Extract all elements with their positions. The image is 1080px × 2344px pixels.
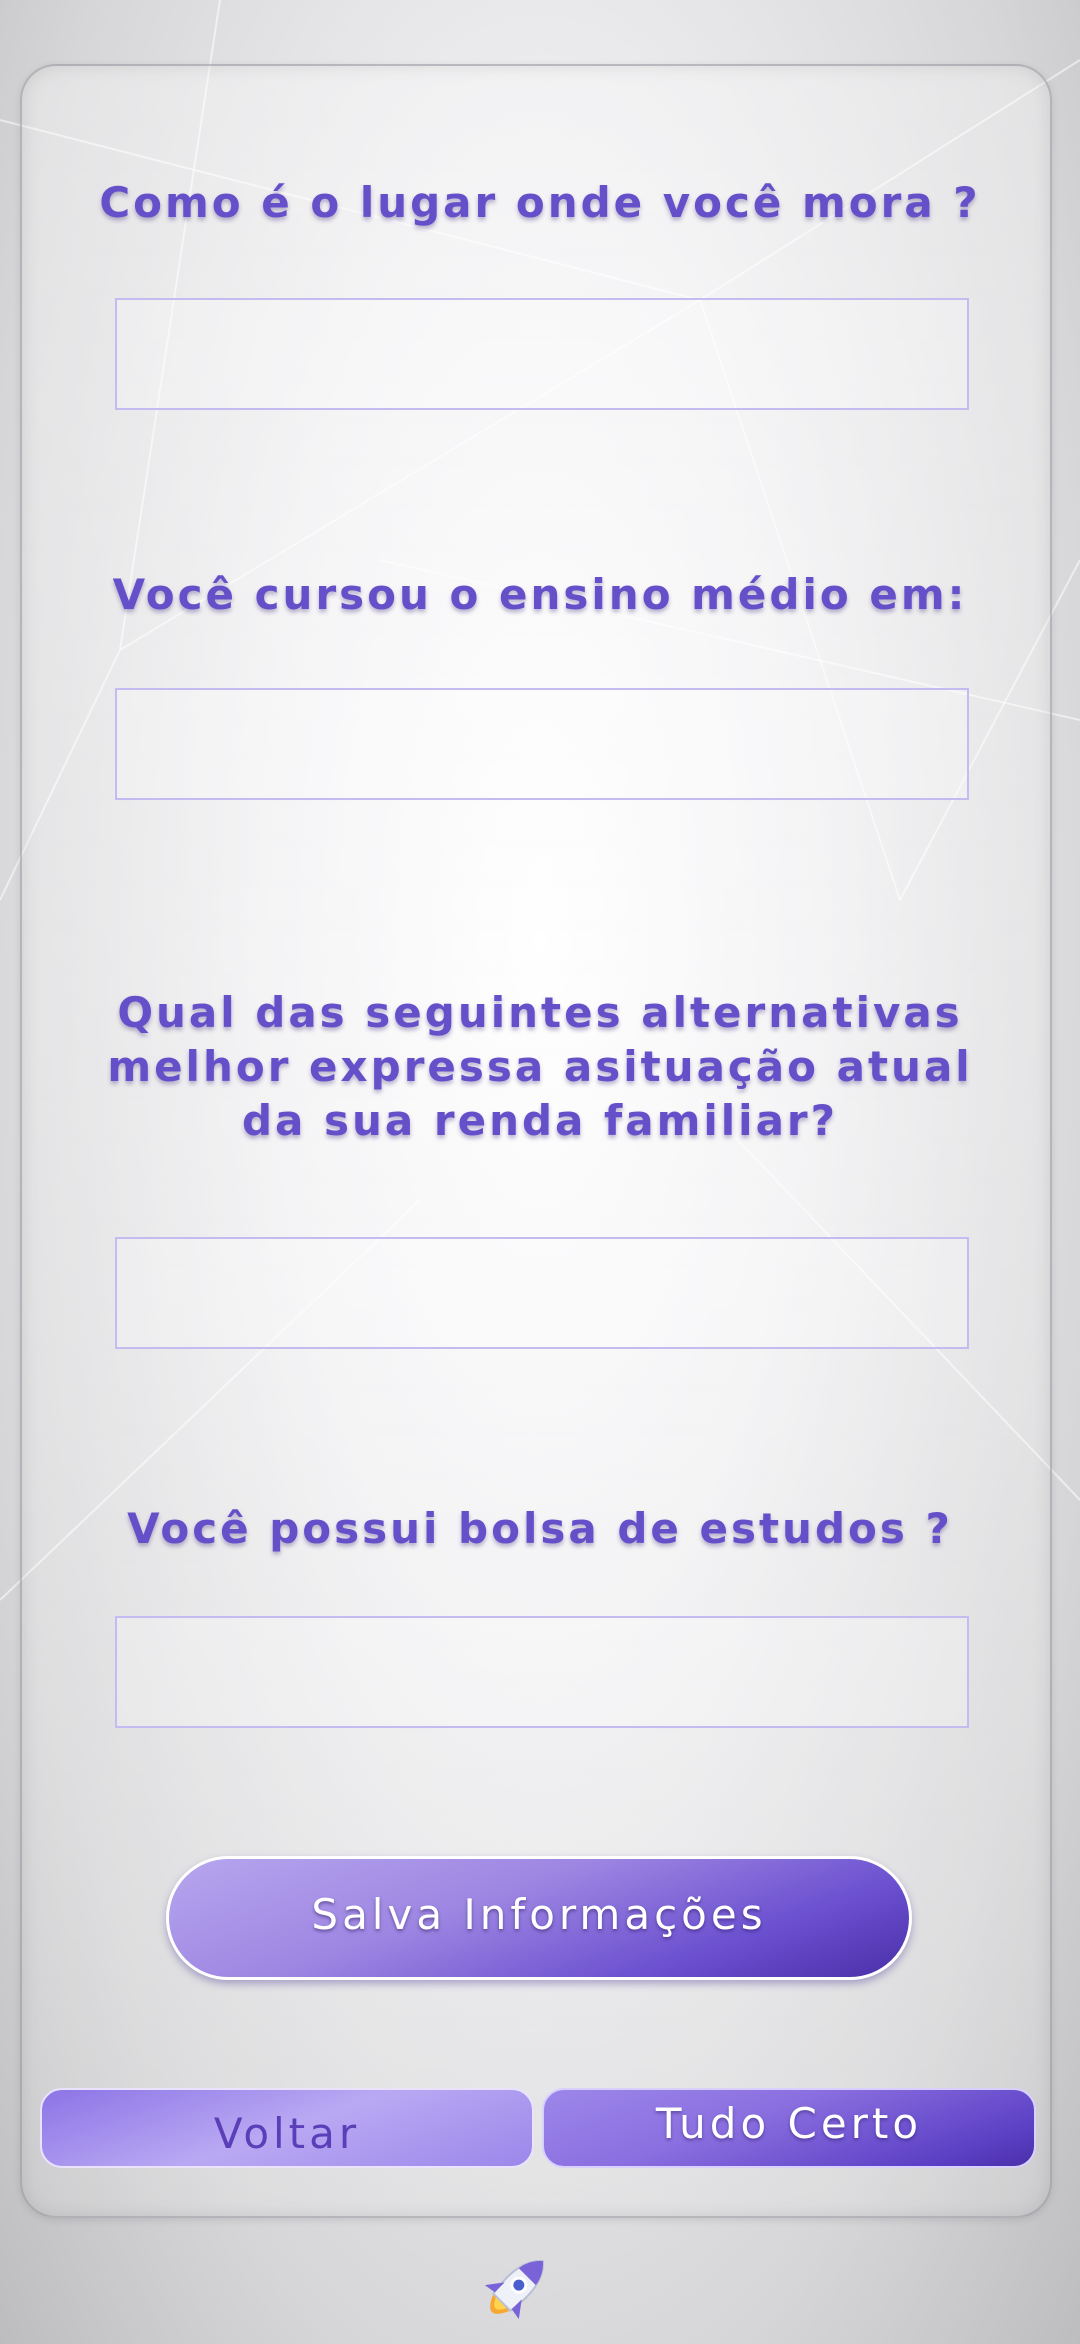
scholarship-answer-field[interactable]	[115, 1616, 969, 1728]
save-info-button[interactable]: Salva Informações	[166, 1856, 912, 1980]
residence-answer-field[interactable]	[115, 298, 969, 410]
question-label-scholarship: Você possui bolsa de estudos ?	[127, 1504, 953, 1553]
question-label-high-school: Você cursou o ensino médio em:	[112, 570, 968, 619]
question-label-residence: Como é o lugar onde você mora ?	[99, 178, 981, 227]
back-button[interactable]: Voltar	[40, 2088, 534, 2168]
rocket-icon	[484, 2260, 544, 2320]
high-school-answer-field[interactable]	[115, 688, 969, 800]
family-income-answer-field[interactable]	[115, 1237, 969, 1349]
question-label-family-income: Qual das seguintes alternativas melhor e…	[107, 988, 973, 1145]
confirm-button[interactable]: Tudo Certo	[542, 2088, 1036, 2168]
